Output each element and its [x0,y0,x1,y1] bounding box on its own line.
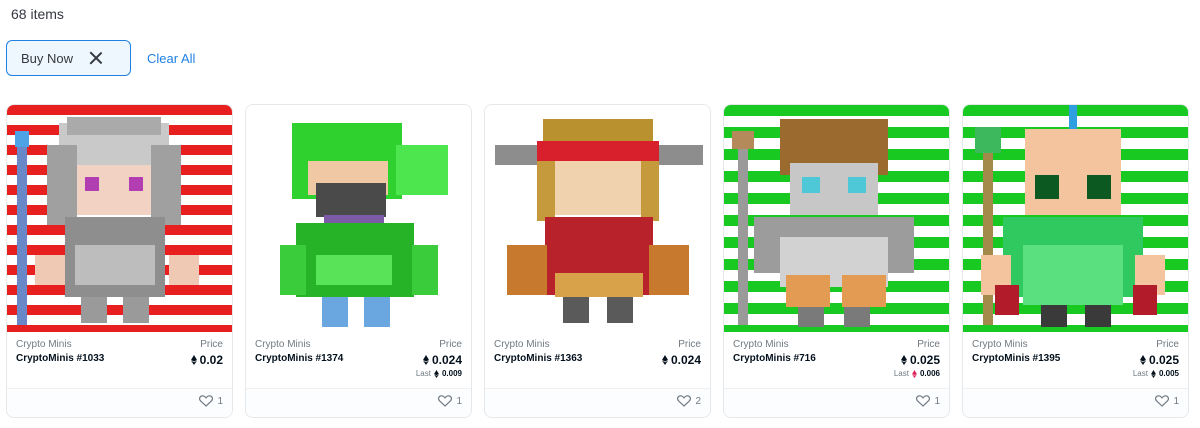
ethereum-icon [900,355,907,365]
nft-grid: Crypto Minis CryptoMinis #1033 Price 0.0… [6,104,1189,418]
item-name: CryptoMinis #1395 [972,353,1061,364]
nft-image[interactable] [7,105,232,332]
price: 0.025 [1139,353,1179,367]
ethereum-icon [422,355,429,365]
price-value: 0.024 [431,353,462,367]
ethereum-icon [661,355,668,365]
item-name: CryptoMinis #716 [733,353,816,364]
favorite-count: 2 [695,395,701,407]
close-icon[interactable] [89,51,103,65]
heart-icon [916,395,931,407]
armored-character-image [732,119,914,327]
nft-image[interactable] [724,105,949,332]
card-footer: 2 [485,388,710,417]
price-label: Price [678,339,701,350]
price-label: Price [439,339,462,350]
card-footer: 1 [963,388,1188,417]
card-footer: 1 [724,388,949,417]
nft-image[interactable] [963,105,1188,332]
collection-name[interactable]: Crypto Minis [494,339,550,350]
nft-image[interactable] [485,105,710,332]
chip-label: Buy Now [21,50,74,66]
item-name: CryptoMinis #1363 [494,353,583,364]
card-footer: 1 [246,388,471,417]
hooded-character-image [280,123,448,327]
last-sale-label: Last [893,369,909,378]
ethereum-icon [1151,369,1156,378]
monk-character-image [975,105,1165,327]
nft-card[interactable]: Crypto Minis CryptoMinis #1395 Price 0.0… [962,104,1189,418]
price: 0.02 [190,353,223,367]
price-value: 0.025 [1148,353,1179,367]
nft-card[interactable]: Crypto Minis CryptoMinis #1374 Price 0.0… [245,104,472,418]
last-sale-value: 0.006 [919,369,940,378]
horned-warrior-character-image [495,119,703,323]
heart-icon [438,395,453,407]
clear-all-link[interactable]: Clear All [147,51,195,66]
last-sale-value: 0.005 [1158,369,1179,378]
favorite-count: 1 [1173,395,1179,407]
nft-card[interactable]: Crypto Minis CryptoMinis #1363 Price 0.0… [484,104,711,418]
item-name: CryptoMinis #1033 [16,353,105,364]
heart-icon [677,395,692,407]
collection-name[interactable]: Crypto Minis [255,339,311,350]
card-footer: 1 [7,388,232,417]
favorite-count: 1 [456,395,462,407]
collection-name[interactable]: Crypto Minis [16,339,72,350]
last-sale-label: Last [415,369,431,378]
price-label: Price [917,339,940,350]
ethereum-icon [190,355,197,365]
ethereum-icon [434,369,439,378]
knight-character-image [15,117,199,325]
favorite-button[interactable]: 2 [677,395,701,407]
collection-name[interactable]: Crypto Minis [972,339,1028,350]
heart-icon [1155,395,1170,407]
price: 0.025 [900,353,940,367]
last-sale-label: Last [1132,369,1148,378]
last-sale: Last 0.005 [1133,369,1179,378]
favorite-button[interactable]: 1 [199,395,223,407]
favorite-button[interactable]: 1 [916,395,940,407]
last-sale: Last 0.009 [416,369,462,378]
price-value: 0.02 [199,353,223,367]
results-count: 68 items [11,6,64,22]
price: 0.024 [661,353,701,367]
buy-now-filter-chip[interactable]: Buy Now [6,40,131,76]
price: 0.024 [422,353,462,367]
price-value: 0.025 [909,353,940,367]
favorite-button[interactable]: 1 [438,395,462,407]
nft-card[interactable]: Crypto Minis CryptoMinis #716 Price 0.02… [723,104,950,418]
last-sale: Last 0.006 [894,369,940,378]
heart-icon [199,395,214,407]
favorite-button[interactable]: 1 [1155,395,1179,407]
price-label: Price [200,339,223,350]
collection-name[interactable]: Crypto Minis [733,339,789,350]
favorite-count: 1 [217,395,223,407]
nft-image[interactable] [246,105,471,332]
nft-card[interactable]: Crypto Minis CryptoMinis #1033 Price 0.0… [6,104,233,418]
last-sale-value: 0.009 [441,369,462,378]
ethereum-icon [912,369,917,378]
item-name: CryptoMinis #1374 [255,353,344,364]
price-value: 0.024 [670,353,701,367]
favorite-count: 1 [934,395,940,407]
price-label: Price [1156,339,1179,350]
filter-bar: Buy Now Clear All [6,40,195,76]
ethereum-icon [1139,355,1146,365]
